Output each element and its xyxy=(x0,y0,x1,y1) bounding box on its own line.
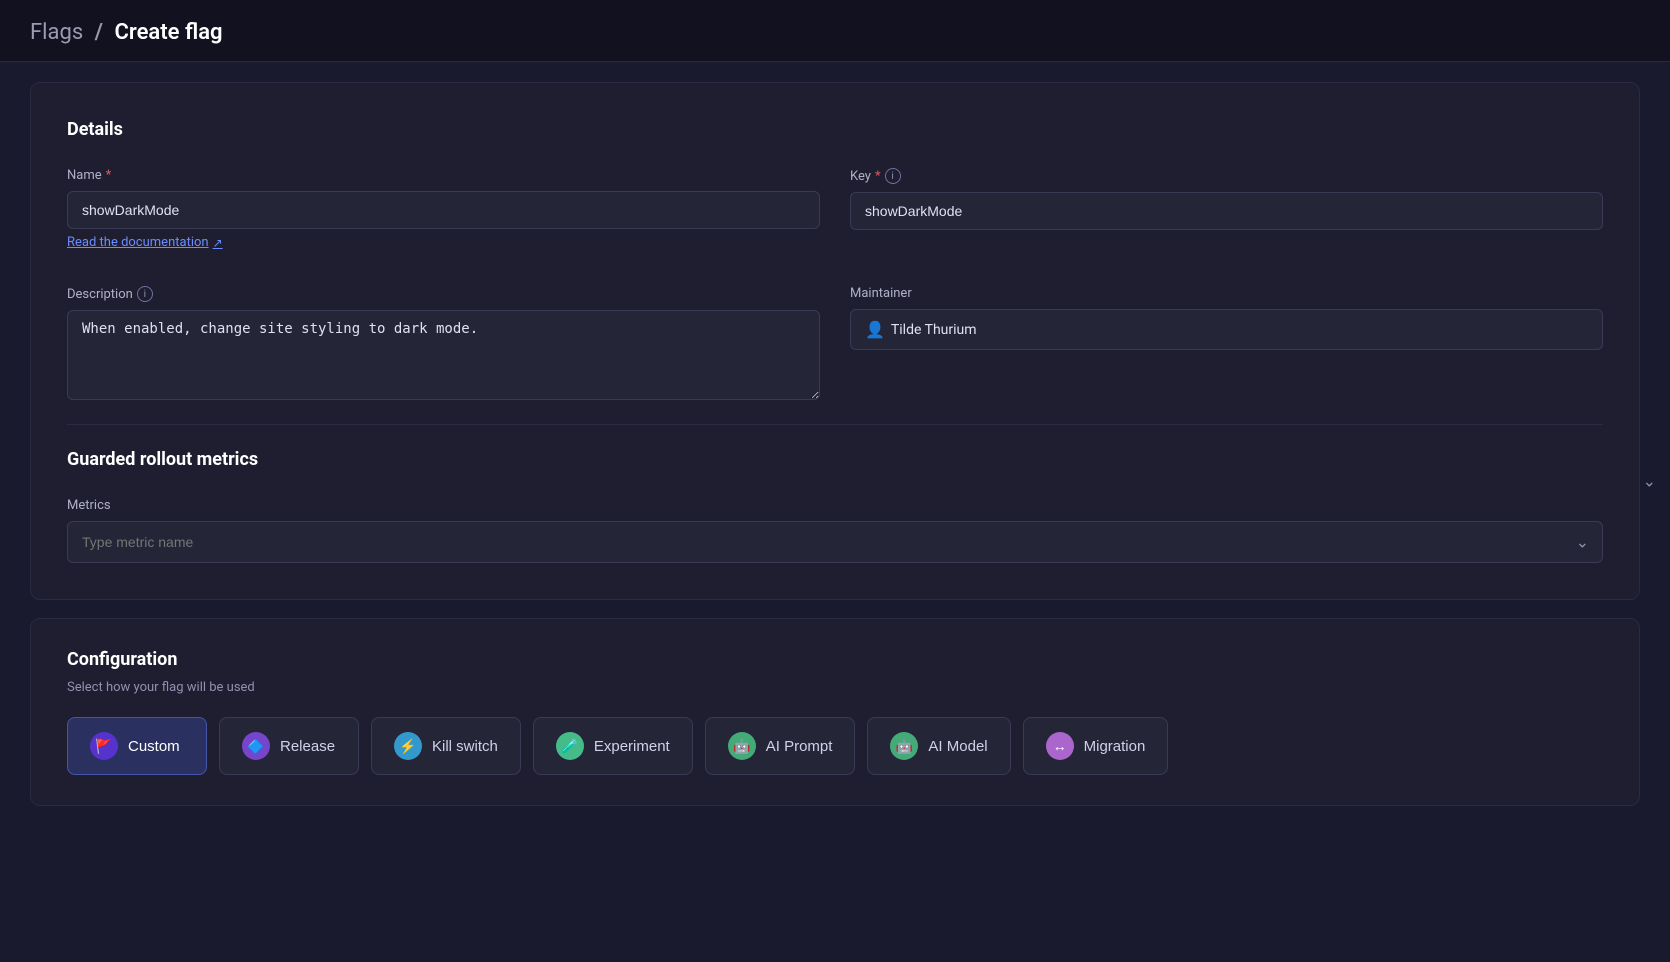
migration-label: Migration xyxy=(1084,738,1146,755)
divider xyxy=(67,424,1603,425)
page-title: Create flag xyxy=(115,20,223,45)
kill-switch-icon: ⚡ xyxy=(394,732,422,760)
description-info-icon[interactable]: i xyxy=(137,286,153,302)
description-textarea[interactable]: When enabled, change site styling to dar… xyxy=(67,310,820,400)
name-group: Name* Read the documentation ↗ xyxy=(67,168,820,266)
ai-prompt-icon: 🤖 xyxy=(728,732,756,760)
key-required-star: * xyxy=(875,169,881,184)
experiment-icon: 🧪 xyxy=(556,732,584,760)
maintainer-value: Tilde Thurium xyxy=(891,322,1588,338)
ai-prompt-label: AI Prompt xyxy=(766,738,833,755)
custom-label: Custom xyxy=(128,738,180,755)
custom-icon: 🚩 xyxy=(90,732,118,760)
flag-type-ai-prompt[interactable]: 🤖 AI Prompt xyxy=(705,717,856,775)
description-maintainer-row: Description i When enabled, change site … xyxy=(67,286,1603,400)
flags-breadcrumb-link[interactable]: Flags xyxy=(30,20,83,45)
name-label: Name* xyxy=(67,168,820,183)
configuration-subtitle: Select how your flag will be used xyxy=(67,680,1603,695)
flag-type-experiment[interactable]: 🧪 Experiment xyxy=(533,717,693,775)
kill-switch-label: Kill switch xyxy=(432,738,498,755)
key-input[interactable] xyxy=(850,192,1603,230)
flag-type-custom[interactable]: 🚩 Custom xyxy=(67,717,207,775)
maintainer-select[interactable]: 👤 Tilde Thurium ⌄ xyxy=(850,309,1603,350)
key-label: Key* i xyxy=(850,168,1603,184)
description-label: Description i xyxy=(67,286,820,302)
page-content: Details Name* Read the documentation ↗ K… xyxy=(0,62,1670,826)
flag-type-release[interactable]: 🔷 Release xyxy=(219,717,359,775)
details-section-title: Details xyxy=(67,119,1603,140)
breadcrumb-separator: / xyxy=(95,20,103,45)
maintainer-group: Maintainer 👤 Tilde Thurium ⌄ xyxy=(850,286,1603,400)
user-icon: 👤 xyxy=(865,320,885,339)
maintainer-chevron-icon: ⌄ xyxy=(1643,472,1656,491)
description-group: Description i When enabled, change site … xyxy=(67,286,820,400)
flag-type-ai-model[interactable]: 🤖 AI Model xyxy=(867,717,1010,775)
metrics-label: Metrics xyxy=(67,498,1603,513)
doc-link[interactable]: Read the documentation ↗ xyxy=(67,235,820,250)
key-group: Key* i xyxy=(850,168,1603,266)
name-required-star: * xyxy=(106,168,112,183)
ai-model-icon: 🤖 xyxy=(890,732,918,760)
maintainer-label: Maintainer xyxy=(850,286,1603,301)
metrics-input[interactable] xyxy=(67,521,1603,563)
metrics-group: Metrics ⌄ xyxy=(67,498,1603,563)
key-info-icon[interactable]: i xyxy=(885,168,901,184)
ai-model-label: AI Model xyxy=(928,738,987,755)
configuration-title: Configuration xyxy=(67,649,1603,670)
breadcrumb: Flags / Create flag xyxy=(30,20,1640,45)
release-label: Release xyxy=(280,738,335,755)
name-key-row: Name* Read the documentation ↗ Key* i xyxy=(67,168,1603,266)
release-icon: 🔷 xyxy=(242,732,270,760)
metrics-input-wrapper: ⌄ xyxy=(67,521,1603,563)
flag-type-kill-switch[interactable]: ⚡ Kill switch xyxy=(371,717,521,775)
experiment-label: Experiment xyxy=(594,738,670,755)
name-input[interactable] xyxy=(67,191,820,229)
flag-type-migration[interactable]: ↔ Migration xyxy=(1023,717,1169,775)
page-header: Flags / Create flag xyxy=(0,0,1670,62)
external-link-icon: ↗ xyxy=(213,236,223,250)
configuration-card: Configuration Select how your flag will … xyxy=(30,618,1640,806)
metrics-section-title: Guarded rollout metrics xyxy=(67,449,1603,470)
details-card: Details Name* Read the documentation ↗ K… xyxy=(30,82,1640,600)
flag-types-container: 🚩 Custom 🔷 Release ⚡ Kill switch 🧪 Exper… xyxy=(67,717,1603,775)
migration-icon: ↔ xyxy=(1046,732,1074,760)
